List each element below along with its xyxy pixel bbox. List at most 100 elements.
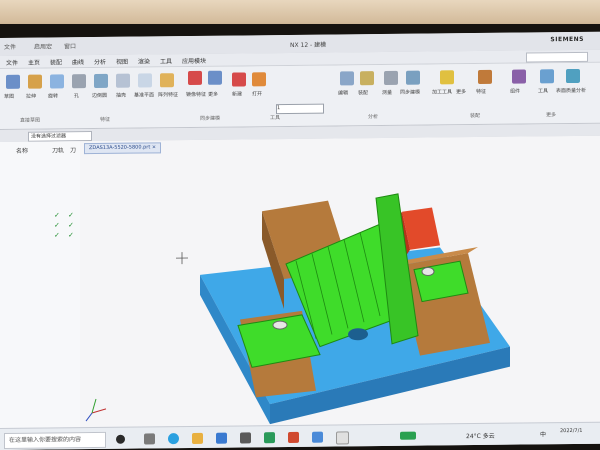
group-tools: 工具: [270, 115, 281, 122]
measure-label: 测量: [382, 89, 393, 96]
crosshair-cursor-icon: [176, 252, 188, 265]
group-sync: 同步建模: [200, 115, 221, 122]
app-icon[interactable]: [336, 431, 349, 445]
menu-home[interactable]: 主页: [28, 58, 40, 67]
machining-tool-icon[interactable]: [440, 70, 454, 85]
hole-icon[interactable]: [72, 74, 86, 89]
shell-icon[interactable]: [116, 73, 130, 88]
menu-analysis[interactable]: 分析: [94, 57, 106, 66]
open-icon[interactable]: [252, 72, 266, 87]
quick-tool-macro[interactable]: 启用宏: [34, 41, 52, 51]
edit-icon[interactable]: [340, 71, 354, 86]
assembly-icon[interactable]: [360, 71, 374, 86]
operation-navigator: 名称 刀轨 刀 ✓ ✓ ✓ ✓ ✓ ✓: [0, 141, 81, 442]
clock[interactable]: 2022/7/1: [560, 428, 582, 435]
new-label: 新建: [232, 91, 243, 98]
feature-icon[interactable]: [478, 69, 492, 84]
hole-label: 孔: [74, 93, 80, 100]
menu-apps[interactable]: 应用模块: [182, 56, 206, 65]
nav-check-icon: ✓: [54, 211, 60, 220]
group-feature: 特征: [100, 116, 111, 123]
nav-col-name: 名称: [16, 147, 29, 155]
extrude-label: 拉伸: [26, 93, 37, 100]
revolve-label: 旋转: [48, 93, 59, 100]
group-assembly: 装配: [470, 112, 481, 120]
sq-label: 表面质量分析: [556, 87, 587, 95]
more-label: 更多: [208, 91, 219, 98]
asm-label: 装配: [358, 90, 369, 97]
app-icon[interactable]: [264, 432, 275, 444]
menu-view[interactable]: 视图: [116, 57, 128, 66]
datum-plane-icon[interactable]: [138, 73, 152, 88]
graphics-window[interactable]: ZDAS13A-5520-5800.prt ×: [80, 135, 600, 432]
mirror-icon[interactable]: [188, 70, 202, 86]
type-filter-dropdown[interactable]: 没有选择过滤器: [28, 131, 92, 142]
nav-check-icon: ✓: [54, 221, 60, 230]
more-icon[interactable]: [208, 70, 222, 85]
nav-check-icon: ✓: [68, 221, 74, 230]
comp-label: 组件: [510, 88, 521, 95]
component-icon[interactable]: [512, 69, 526, 84]
group-sketch: 直接草图: [20, 117, 41, 124]
extrude-icon[interactable]: [28, 74, 42, 89]
locating-pin: [272, 320, 288, 330]
mtool-label: 加工工具: [432, 89, 453, 96]
app-icon[interactable]: [288, 431, 299, 443]
shell-label: 抽壳: [116, 92, 127, 99]
command-search-input[interactable]: [526, 51, 588, 63]
measure-icon[interactable]: [384, 70, 398, 85]
edge-blend-icon[interactable]: [94, 73, 108, 89]
view-triad-icon: [85, 398, 107, 422]
explorer-icon[interactable]: [192, 432, 203, 444]
nav-col-path: 刀轨: [52, 147, 65, 155]
sync-label: 同步建模: [400, 89, 421, 96]
menu-assembly[interactable]: 装配: [50, 57, 62, 66]
quick-tool-file[interactable]: 文件: [4, 42, 16, 52]
mirror-label: 镜像特征: [186, 91, 207, 99]
surface-analysis-icon[interactable]: [566, 68, 580, 84]
quick-tool-window[interactable]: 窗口: [64, 41, 76, 51]
store-icon[interactable]: [216, 432, 227, 444]
tool-label: 工具: [538, 88, 549, 95]
revolve-icon[interactable]: [50, 74, 64, 89]
edit-label: 编辑: [338, 90, 349, 97]
sketch-label: 草图: [4, 93, 15, 100]
pattern-icon[interactable]: [160, 73, 174, 88]
nx-app-icon[interactable]: [312, 431, 323, 443]
brand-logo: SIEMENS: [550, 35, 584, 44]
locating-pin: [421, 267, 435, 277]
blend-label: 边倒圆: [92, 92, 108, 100]
nav-check-icon: ✓: [68, 211, 74, 220]
feature-label: 特征: [476, 88, 487, 96]
nav-check-icon: ✓: [68, 231, 74, 240]
menu-render[interactable]: 渲染: [138, 56, 150, 65]
weather-widget[interactable]: 24°C 多云: [466, 431, 495, 440]
ime-indicator[interactable]: 中: [540, 429, 546, 438]
more2-label: 更多: [456, 89, 467, 96]
menu-file[interactable]: 文件: [6, 58, 18, 67]
fixture-model: [85, 193, 510, 425]
app-icon[interactable]: [240, 432, 251, 444]
open-label: 打开: [252, 91, 263, 98]
pattern-label: 阵列特征: [158, 92, 179, 99]
start-icon[interactable]: [116, 434, 125, 444]
part-combo[interactable]: 1: [276, 103, 324, 115]
ribbon: 草图 拉伸 旋转 孔 边倒圆 抽壳 基准平面 阵列特征 镜像特征 更多 新建 打…: [0, 62, 600, 130]
menu-curve[interactable]: 曲线: [72, 57, 84, 66]
new-icon[interactable]: [232, 72, 246, 87]
app-title: NX 12 - 建模: [290, 41, 327, 49]
menu-tools[interactable]: 工具: [160, 56, 172, 65]
group-analysis: 分析: [368, 114, 379, 121]
screen: 文件 启用宏 窗口 NX 12 - 建模 SIEMENS 文件 主页 装配 曲线…: [0, 31, 600, 450]
task-view-icon[interactable]: [144, 433, 155, 445]
sync-modeling-icon[interactable]: [406, 70, 420, 85]
ime-app-icon[interactable]: [400, 431, 416, 440]
taskbar-search-input[interactable]: 在这里输入你要搜索的内容: [4, 431, 106, 449]
group-more: 更多: [546, 112, 557, 119]
nav-col-tool: 刀: [70, 147, 77, 155]
nav-check-icon: ✓: [54, 231, 60, 240]
tool-icon[interactable]: [540, 69, 554, 84]
datum-label: 基准平面: [134, 92, 155, 99]
edge-icon[interactable]: [168, 433, 179, 445]
sketch-icon[interactable]: [6, 74, 20, 89]
